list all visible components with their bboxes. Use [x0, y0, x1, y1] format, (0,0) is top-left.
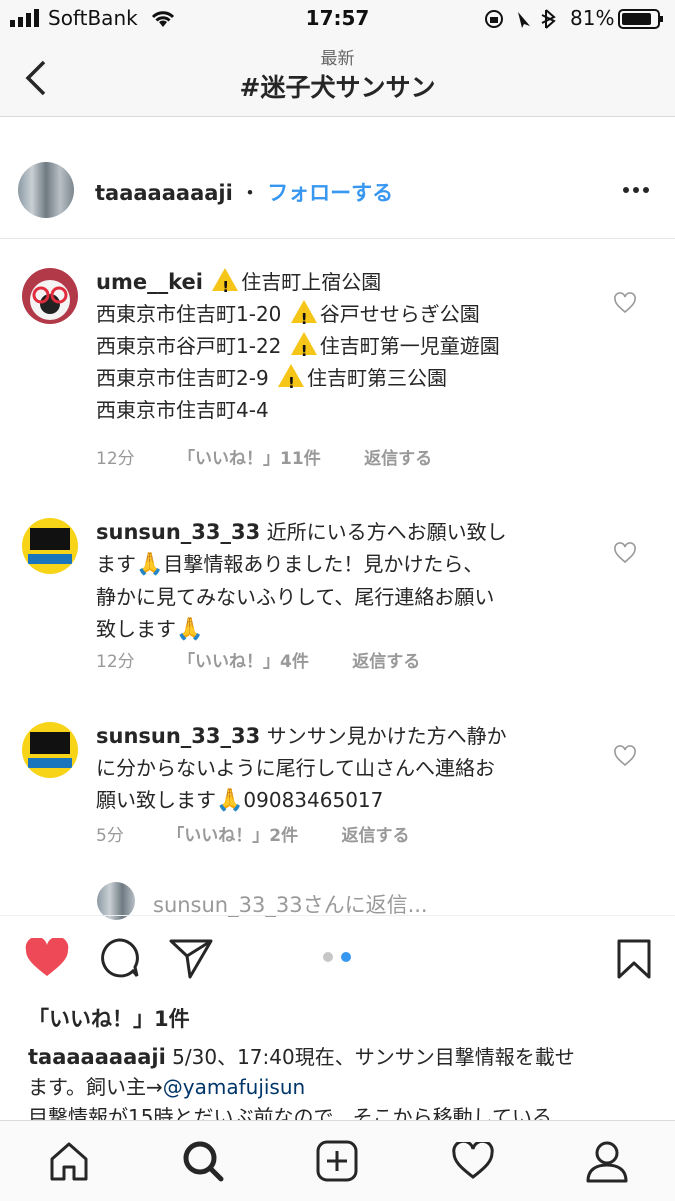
pray-icon: 🙏 [216, 788, 244, 813]
comment-time: 5分 [96, 826, 124, 846]
comment-username[interactable]: sunsun_33_33 [96, 520, 260, 544]
bottom-tab-bar [0, 1120, 675, 1201]
avatar[interactable] [18, 162, 74, 218]
warning-icon [278, 364, 305, 399]
comment-likes[interactable]: 「いいね！」2件 [167, 826, 298, 846]
comment-like-icon[interactable] [613, 542, 637, 564]
comment-username[interactable]: ume__kei [96, 270, 203, 294]
caption-username[interactable]: taaaaaaaaji [28, 1045, 166, 1069]
profile-icon[interactable] [585, 1139, 629, 1183]
search-icon[interactable] [181, 1139, 225, 1183]
follow-button[interactable]: フォローする [267, 181, 393, 205]
caption: taaaaaaaaji 5/30、17:40現在、サンサン目撃情報を載せ ます。… [28, 1045, 575, 1129]
status-icons [485, 9, 556, 29]
comment-meta: 12分 「いいね！」4件 返信する [96, 647, 458, 672]
warning-icon [290, 332, 317, 367]
page-title: #迷子犬サンサン [239, 73, 436, 102]
warning-icon [212, 268, 239, 303]
reply-button[interactable]: 返信する [352, 652, 420, 672]
separator: ・ [239, 181, 261, 205]
likes-count[interactable]: 「いいね！」1件 [28, 1003, 190, 1033]
comment-meta: 5分 「いいね！」2件 返信する [96, 821, 447, 846]
carousel-dots [323, 952, 351, 962]
pray-icon: 🙏 [176, 617, 204, 642]
comment-likes[interactable]: 「いいね！」4件 [178, 652, 309, 672]
bookmark-icon[interactable] [616, 938, 652, 980]
like-heart-icon[interactable] [24, 938, 70, 978]
divider [0, 915, 675, 916]
nav-subtitle: 最新 [320, 49, 355, 69]
home-icon[interactable] [48, 1141, 90, 1181]
commenter-avatar[interactable] [22, 268, 78, 324]
comment-like-icon[interactable] [613, 745, 637, 767]
comment-text: sunsun_33_33 サンサン見かけた方へ静か に分からないように尾行して山… [96, 720, 601, 817]
comment-icon[interactable] [97, 936, 141, 980]
battery-icon [618, 9, 663, 29]
warning-icon [290, 300, 317, 335]
reply-button[interactable]: 返信する [364, 449, 432, 469]
comment-meta: 12分 「いいね！」11件 返信する [96, 444, 470, 469]
commenter-avatar[interactable] [22, 722, 78, 778]
more-options-icon[interactable] [622, 185, 650, 195]
mention-link[interactable]: @yamafujisun [163, 1075, 305, 1099]
pray-icon: 🙏 [136, 552, 164, 577]
post-username[interactable]: taaaaaaaaji [95, 181, 233, 205]
comment-text: ume__kei 住吉町上宿公園 西東京市住吉町1-20 谷戸せせらぎ公園 西東… [96, 266, 601, 426]
comment-text: sunsun_33_33 近所にいる方へお願い致し ます🙏目撃情報ありました！見… [96, 516, 601, 646]
activity-heart-icon[interactable] [451, 1142, 495, 1180]
new-post-icon[interactable] [316, 1140, 358, 1182]
reply-button[interactable]: 返信する [341, 826, 409, 846]
nav-bar: 最新 #迷子犬サンサン [0, 38, 675, 117]
comment-time: 12分 [96, 652, 135, 672]
comment-username[interactable]: sunsun_33_33 [96, 724, 260, 748]
comment-likes[interactable]: 「いいね！」11件 [178, 449, 321, 469]
status-bar: SoftBank 17:57 81% [0, 0, 675, 38]
commenter-avatar[interactable] [22, 518, 78, 574]
divider [0, 238, 675, 239]
comment-time: 12分 [96, 449, 135, 469]
battery-percent: 81% [570, 6, 615, 30]
post-header: taaaaaaaaji ・ フォローする [95, 177, 393, 207]
comment-like-icon[interactable] [613, 292, 637, 314]
share-icon[interactable] [168, 937, 214, 979]
